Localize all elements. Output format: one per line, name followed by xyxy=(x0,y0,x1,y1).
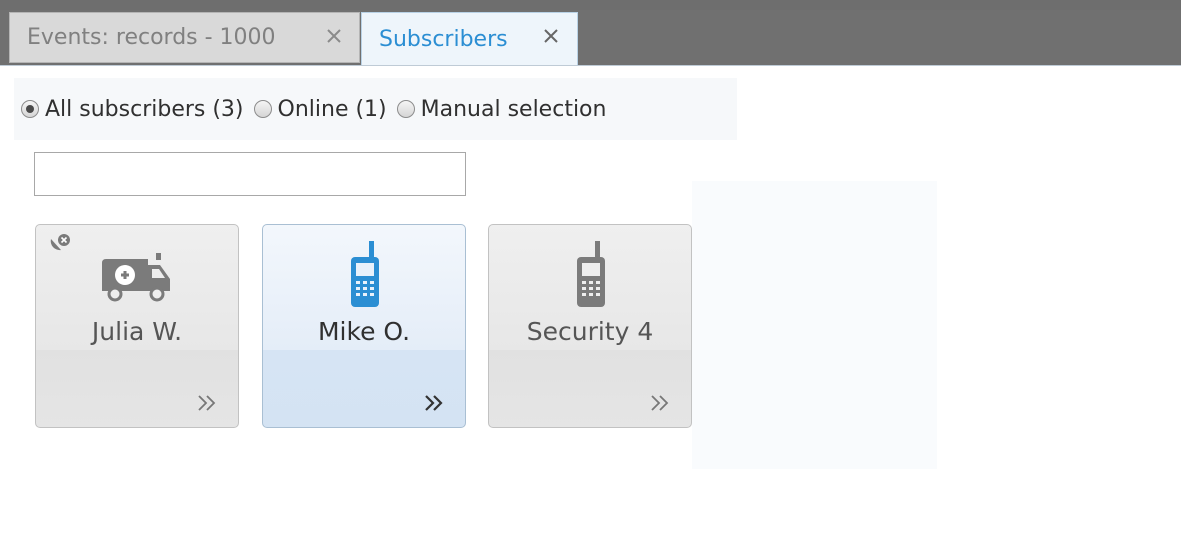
filter-online[interactable]: Online (1) xyxy=(253,96,387,122)
tab-events[interactable]: Events: records - 1000 xyxy=(9,12,360,63)
filter-online-label: Online (1) xyxy=(277,96,387,122)
filter-all-label: All subscribers (3) xyxy=(45,96,244,122)
ambulance-icon xyxy=(102,253,170,302)
subscriber-card-julia[interactable]: Julia W. xyxy=(35,224,239,428)
filter-manual-selection[interactable]: Manual selection xyxy=(396,96,607,122)
subscriber-name: Security 4 xyxy=(526,317,654,346)
subscriber-card-mike[interactable]: Mike O. xyxy=(262,224,466,428)
filter-manual-label: Manual selection xyxy=(420,96,607,122)
double-chevron-right-icon[interactable] xyxy=(423,393,445,413)
subscriber-filter: All subscribers (3) Online (1) Manual se… xyxy=(14,78,737,140)
tab-bar: Events: records - 1000 Subscribers xyxy=(0,10,1181,65)
subscriber-name: Julia W. xyxy=(91,317,183,346)
subscribers-panel: All subscribers (3) Online (1) Manual se… xyxy=(0,65,1181,547)
mobile-phone-icon xyxy=(577,241,605,307)
gps-off-icon xyxy=(48,233,72,255)
window-top-strip xyxy=(0,0,1181,10)
radio-button-checked[interactable] xyxy=(21,100,39,118)
radio-button[interactable] xyxy=(396,100,415,118)
search-input[interactable] xyxy=(34,152,466,196)
background-panel xyxy=(692,181,937,469)
filter-all-subscribers[interactable]: All subscribers (3) xyxy=(21,97,244,122)
close-icon[interactable] xyxy=(539,24,563,48)
close-icon[interactable] xyxy=(322,24,346,48)
subscriber-card-security-4[interactable]: Security 4 xyxy=(488,224,692,428)
radio-button[interactable] xyxy=(253,100,272,118)
tab-subscribers[interactable]: Subscribers xyxy=(361,12,578,65)
mobile-phone-icon xyxy=(351,241,379,307)
tab-events-label: Events: records - 1000 xyxy=(27,25,276,50)
tab-subscribers-label: Subscribers xyxy=(379,26,508,52)
double-chevron-right-icon[interactable] xyxy=(196,393,218,413)
double-chevron-right-icon[interactable] xyxy=(649,393,671,413)
app-window: Events: records - 1000 Subscribers All s… xyxy=(0,0,1181,547)
subscriber-name: Mike O. xyxy=(317,317,411,346)
